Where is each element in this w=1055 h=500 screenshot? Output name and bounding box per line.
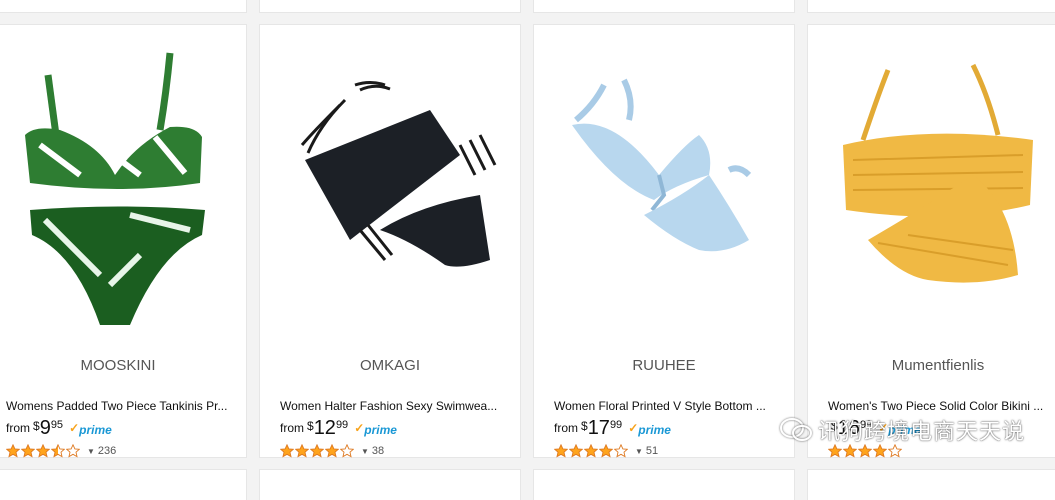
currency: $ <box>307 419 314 433</box>
from-label: from <box>280 421 304 435</box>
chevron-down-icon[interactable]: ▼ <box>635 447 643 456</box>
product-title[interactable]: Womens Padded Two Piece Tankinis Pr... <box>6 399 240 413</box>
star-rating[interactable] <box>6 444 81 458</box>
star-icon <box>614 444 628 458</box>
price-fraction: 95 <box>50 419 64 431</box>
product-card[interactable]: MOOSKINI Womens Padded Two Piece Tankini… <box>0 25 246 459</box>
currency: $ <box>581 419 588 433</box>
product-card[interactable]: Mumentfienlis Women's Two Piece Solid Co… <box>808 25 1055 458</box>
product-card-partial-top[interactable] <box>808 0 1055 12</box>
product-card-partial-top[interactable] <box>0 0 246 12</box>
review-count[interactable]: 236 <box>98 445 116 457</box>
product-card-partial-bottom[interactable] <box>534 470 794 500</box>
price: from $ 12 99 ✓ prime <box>280 417 397 441</box>
price-fraction: 99 <box>609 419 623 431</box>
prime-check-icon: ✓ <box>354 421 365 435</box>
review-count[interactable]: 51 <box>646 445 658 457</box>
product-card[interactable]: RUUHEE Women Floral Printed V Style Bott… <box>534 25 794 459</box>
prime-badge: ✓ prime <box>628 421 671 437</box>
star-icon <box>843 444 857 458</box>
star-icon <box>36 444 50 458</box>
star-icon <box>325 444 339 458</box>
product-card-partial-bottom[interactable] <box>260 470 520 500</box>
currency: $ <box>33 419 40 433</box>
price: from $ 17 99 ✓ prime <box>554 417 671 441</box>
prime-badge: ✓ prime <box>354 421 397 437</box>
star-icon <box>569 444 583 458</box>
star-icon <box>828 444 842 458</box>
prime-badge: ✓ prime <box>69 421 112 437</box>
green-leaf-bikini-image[interactable] <box>0 25 246 325</box>
product-card-partial-top[interactable] <box>534 0 794 12</box>
watermark-text: 讯狗跨境电商天天说 <box>817 419 1025 444</box>
product-card-partial-bottom[interactable] <box>808 470 1055 500</box>
star-icon <box>858 444 872 458</box>
rating[interactable]: ▼ 51 <box>554 443 658 459</box>
star-icon <box>295 444 309 458</box>
chevron-down-icon[interactable]: ▼ <box>87 447 95 456</box>
star-rating[interactable] <box>280 444 355 458</box>
star-icon <box>888 444 902 458</box>
star-icon <box>21 444 35 458</box>
star-icon <box>873 444 887 458</box>
light-blue-tie-bikini-image[interactable] <box>534 25 794 325</box>
price-whole: 12 <box>313 417 336 439</box>
brand-name[interactable]: RUUHEE <box>534 357 794 374</box>
star-rating[interactable] <box>554 444 629 458</box>
rating[interactable]: ▼ 236 <box>6 443 116 459</box>
product-title[interactable]: Women Halter Fashion Sexy Swimwea... <box>280 399 514 413</box>
brand-name[interactable]: MOOSKINI <box>0 357 246 374</box>
review-count[interactable]: 38 <box>372 445 384 457</box>
star-icon <box>584 444 598 458</box>
star-icon <box>280 444 294 458</box>
product-card-partial-bottom[interactable] <box>0 470 246 500</box>
from-label: from <box>554 421 578 435</box>
price-fraction: 99 <box>335 419 349 431</box>
price-whole: 9 <box>39 417 51 439</box>
watermark: 讯狗跨境电商天天说 <box>778 414 1025 446</box>
product-card[interactable]: OMKAGI Women Halter Fashion Sexy Swimwea… <box>260 25 520 459</box>
star-icon <box>66 444 80 458</box>
wechat-icon <box>779 418 812 441</box>
star-icon <box>554 444 568 458</box>
black-strappy-bikini-image[interactable] <box>260 25 520 325</box>
star-icon <box>599 444 613 458</box>
star-icon <box>310 444 324 458</box>
chevron-down-icon[interactable]: ▼ <box>361 447 369 456</box>
product-title[interactable]: Women Floral Printed V Style Bottom ... <box>554 399 788 413</box>
star-icon <box>6 444 20 458</box>
price-whole: 17 <box>587 417 610 439</box>
star-rating[interactable] <box>828 444 903 458</box>
product-title[interactable]: Women's Two Piece Solid Color Bikini ... <box>828 399 1055 413</box>
price: from $ 9 95 ✓ prime <box>6 417 112 441</box>
prime-check-icon: ✓ <box>69 421 80 435</box>
prime-check-icon: ✓ <box>628 421 639 435</box>
brand-name[interactable]: OMKAGI <box>260 357 520 374</box>
brand-name[interactable]: Mumentfienlis <box>808 357 1055 374</box>
rating[interactable]: ▼ 38 <box>280 443 384 459</box>
star-icon <box>51 444 65 458</box>
product-card-partial-top[interactable] <box>260 0 520 12</box>
yellow-smocked-bikini-image[interactable] <box>808 25 1055 325</box>
star-icon <box>340 444 354 458</box>
from-label: from <box>6 421 30 435</box>
